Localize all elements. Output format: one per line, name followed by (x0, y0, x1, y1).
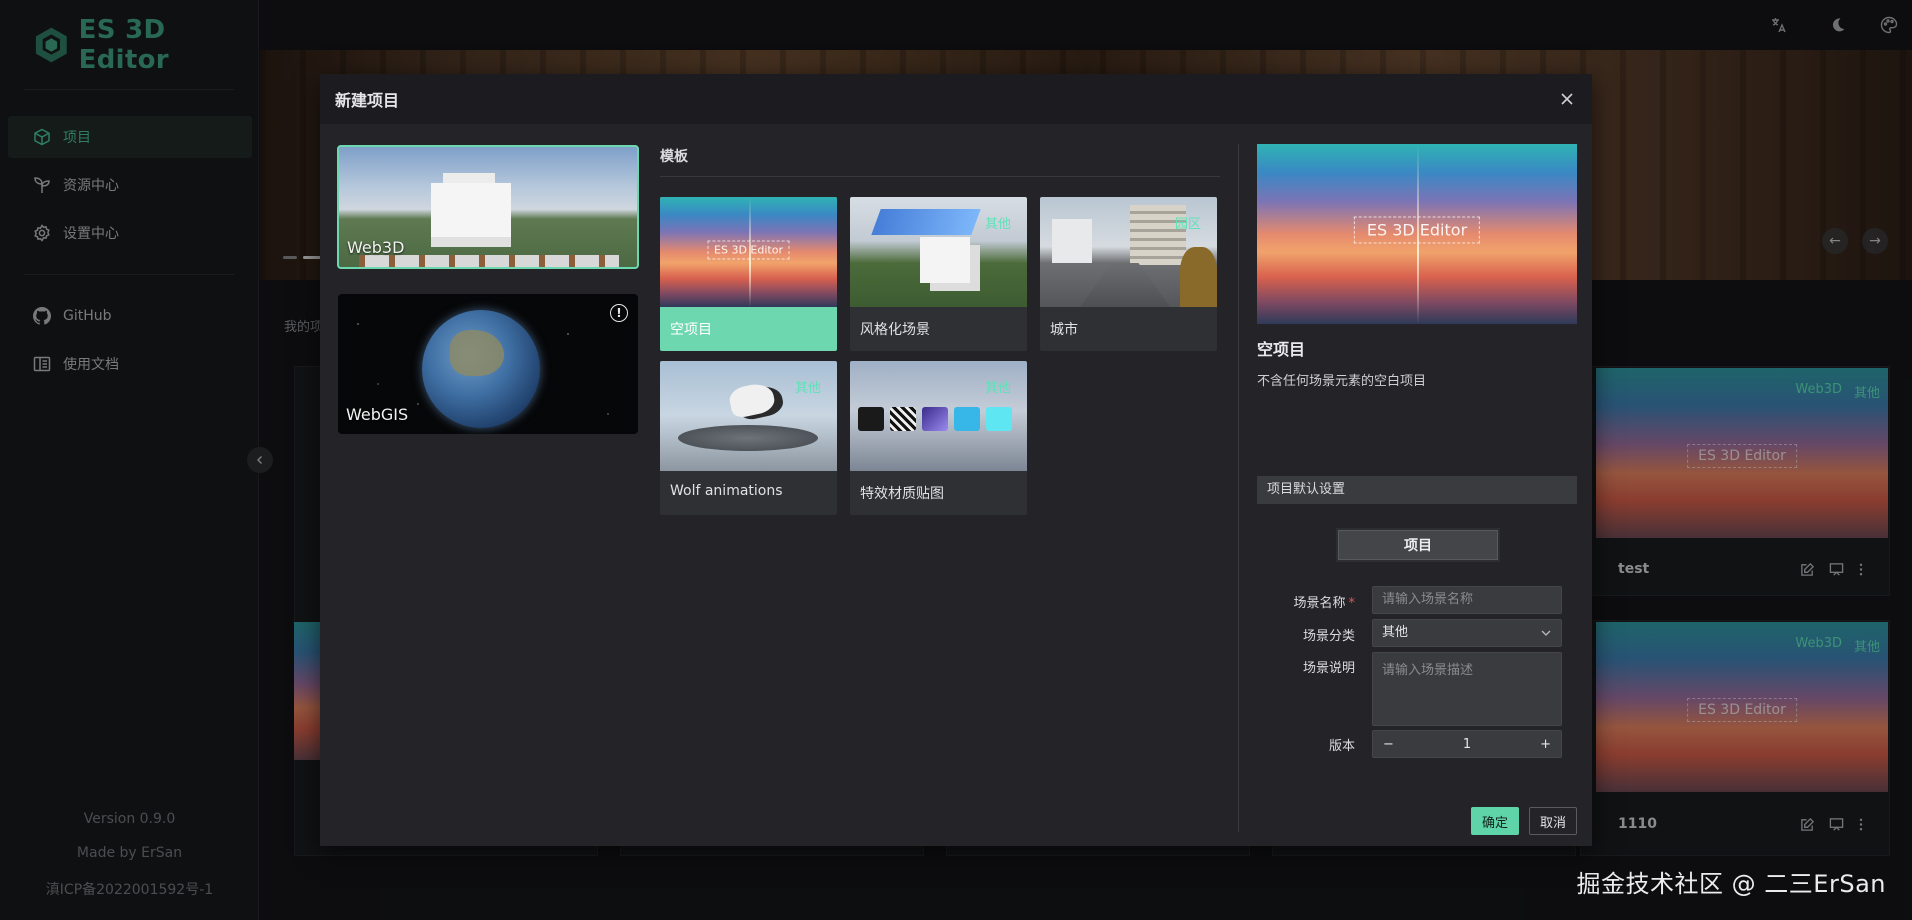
template-name: 空项目 (670, 322, 712, 338)
project-type-web3d[interactable]: Web3D (337, 145, 639, 269)
scene-category-select[interactable]: 其他 (1372, 619, 1562, 647)
divider (660, 176, 1220, 177)
preview-title: 空项目 (1257, 340, 1306, 359)
template-name: 风格化场景 (860, 322, 930, 338)
increment-button[interactable]: + (1540, 737, 1551, 752)
template-preview-image: ES 3D Editor (1257, 144, 1577, 324)
scene-description-label: 场景说明 (1302, 661, 1355, 676)
scene-name-input[interactable]: 请输入场景名称 (1372, 586, 1562, 614)
dialog-header: 新建项目 (320, 74, 1592, 124)
divider (1238, 144, 1239, 832)
project-type-label: Web3D (347, 238, 405, 257)
dialog-title: 新建项目 (335, 91, 400, 110)
new-project-dialog: 新建项目 Web3D ! WebGIS 模板 ES 3D Editor 空项目 … (320, 74, 1592, 846)
close-button[interactable] (1558, 90, 1576, 108)
version-stepper[interactable]: − 1 + (1372, 730, 1562, 758)
version-label: 版本 (1328, 739, 1355, 754)
version-value: 1 (1462, 736, 1472, 752)
scene-name-label: 场景名称 * (1293, 596, 1355, 611)
cancel-button[interactable]: 取消 (1529, 807, 1577, 835)
default-settings-header[interactable]: 项目默认设置 (1257, 476, 1577, 504)
community-watermark: 掘金技术社区 @ 二三ErSan (1576, 870, 1886, 898)
decrement-button[interactable]: − (1383, 737, 1394, 752)
chevron-down-icon (1541, 630, 1551, 636)
template-card-wolf[interactable]: 其他 Wolf animations (660, 361, 837, 515)
template-tag: 其他 (984, 381, 1011, 396)
template-tag: 其他 (794, 381, 821, 396)
template-card-city[interactable]: 园区 城市 (1040, 197, 1217, 351)
template-tag: 园区 (1174, 217, 1201, 232)
template-name: 城市 (1050, 322, 1078, 338)
template-name: 特效材质贴图 (860, 486, 944, 502)
tab-project[interactable]: 项目 (1336, 528, 1500, 562)
template-card-stylized[interactable]: 其他 风格化场景 (850, 197, 1027, 351)
templates-heading: 模板 (660, 149, 688, 165)
preview-description: 不含任何场景元素的空白项目 (1257, 374, 1427, 389)
template-thumbnail: ES 3D Editor (660, 197, 837, 307)
scene-description-textarea[interactable]: 请输入场景描述 (1372, 652, 1562, 726)
close-icon (1561, 93, 1573, 105)
template-name: Wolf animations (670, 483, 783, 499)
scene-category-label: 场景分类 (1302, 629, 1355, 644)
template-card-empty[interactable]: ES 3D Editor 空项目 (660, 197, 837, 351)
template-card-materials[interactable]: 其他 特效材质贴图 (850, 361, 1027, 515)
project-type-webgis[interactable]: ! WebGIS (338, 294, 638, 434)
confirm-button[interactable]: 确定 (1471, 807, 1519, 835)
project-type-label: WebGIS (346, 405, 409, 424)
info-icon[interactable]: ! (610, 304, 628, 322)
template-tag: 其他 (984, 217, 1011, 232)
